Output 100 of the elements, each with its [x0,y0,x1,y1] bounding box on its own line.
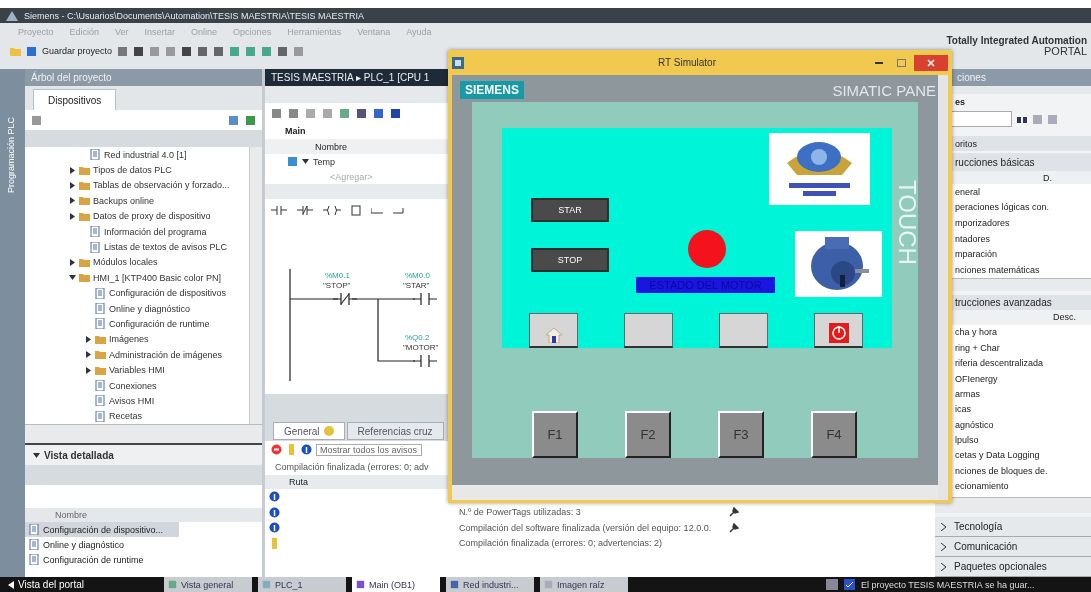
tree-item[interactable]: Recetas [109,411,143,422]
section-header[interactable]: Paquetes opcionales [935,557,1091,577]
tree-item[interactable]: Tipos de datos PLC [93,165,172,176]
instruction-folder[interactable]: riferia descentralizada [955,358,1044,369]
tag-address: %Q0.2 [405,333,430,342]
editor-tab[interactable]: Imagen raíz [540,577,628,592]
instruction-folder[interactable]: ntadores [955,233,991,244]
section-label: Paquetes opcionales [954,561,1047,572]
tree-item[interactable]: Conexiones [109,380,157,391]
close-button[interactable] [914,54,948,71]
function-key[interactable]: F3 [718,411,764,458]
collapsed-arrow-icon[interactable] [69,197,76,205]
instruction-folder[interactable]: nciones matemáticas [955,264,1040,275]
editor-tab[interactable]: PLC_1 [258,577,346,592]
home-button[interactable] [529,313,578,348]
inspector-tab[interactable]: Referencias cruz [346,422,444,440]
devices-tab[interactable]: Dispositivos [33,89,117,110]
tool-icon [197,45,209,57]
function-key[interactable]: F2 [625,411,671,458]
instruction-folder[interactable]: mparación [955,249,998,260]
power-button[interactable] [814,313,863,348]
folder-icon [79,179,90,191]
detail-view-header[interactable]: Vista detallada [25,443,262,465]
search-field[interactable] [950,111,1012,127]
tree-item[interactable]: Online y diagnóstico [109,303,191,314]
message-text: N.º de PowerTags utilizadas: 3 [459,507,581,518]
instruction-folder[interactable]: cha y hora [955,327,998,338]
instruction-folder[interactable]: mporizadores [955,218,1010,228]
screen-button[interactable] [719,313,768,348]
tree-item[interactable]: Administración de imágenes [109,349,223,360]
collapsed-arrow-icon[interactable] [85,335,92,343]
warning-icon [269,537,280,549]
inspector-tab[interactable]: General [273,422,345,440]
collapsed-arrow-icon[interactable] [69,181,76,189]
detail-item[interactable]: Configuración de runtime [25,552,179,567]
instruction-folder[interactable]: cetas y Data Logging [955,450,1040,461]
tree-item[interactable]: Avisos HMI [109,395,155,406]
instruction-folder[interactable]: agnóstico [955,419,994,430]
document-icon [29,539,40,550]
collapsed-arrow-icon[interactable] [69,258,76,266]
expanded-arrow-icon[interactable] [33,451,40,459]
panel-header: ciones [957,72,986,83]
tree-item[interactable]: Listas de textos de avisos PLC [104,242,228,253]
section-label: Comunicación [954,541,1018,552]
instruction-folder[interactable]: armas [955,388,980,399]
power-icon [828,323,849,343]
tree-item[interactable]: Red industrial 4.0 [1] [104,149,187,160]
editor-tab[interactable]: Vista general [164,577,252,592]
instruction-folder[interactable]: ring + Char [955,342,1000,353]
screen-button[interactable] [624,313,673,348]
search-options-icon[interactable] [1016,114,1028,124]
detail-item[interactable]: Configuración de dispositivo... [25,522,179,537]
collapsed-arrow-icon[interactable] [69,166,76,174]
function-key[interactable]: F4 [811,411,857,458]
tree-item[interactable]: Tablas de observación y forzado... [93,180,230,191]
instruction-folder[interactable]: ecionamiento [955,481,1009,492]
tool-icon [229,45,241,57]
favorites-header[interactable]: oritos [955,138,977,149]
error-icon[interactable] [271,444,282,455]
tree-item[interactable]: Información del programa [104,226,207,237]
tree-item[interactable]: Configuración de runtime [109,319,210,329]
collapsed-arrow-icon[interactable] [85,366,92,374]
contact-icon [297,205,313,215]
tab-icon [356,579,365,590]
interface-row[interactable]: Temp [313,156,335,167]
editor-tab[interactable]: Main (OB1) [352,577,440,592]
tool-icon [1047,113,1058,125]
tree-item[interactable]: Variables HMI [109,365,165,376]
tree-item[interactable]: HMI_1 [KTP400 Basic color PN] [93,272,222,283]
instruction-folder[interactable]: peraciones lógicas con. [955,202,1050,213]
instruction-folder[interactable]: lpulso [955,435,979,446]
instruction-folder[interactable]: icas [955,404,971,415]
hmi-button[interactable]: STOP [531,248,609,272]
indicator-lamp [688,230,726,268]
function-key[interactable]: F1 [532,411,578,458]
save-project-button[interactable]: Guardar proyecto [42,46,113,57]
instruction-folder[interactable]: OFIenergy [955,373,998,384]
hmi-button[interactable]: STAR [531,198,609,222]
tool-icon [293,45,305,57]
tree-item[interactable]: Módulos locales [93,257,158,268]
tree-item[interactable]: Imágenes [109,334,149,345]
section-header[interactable]: Tecnología [935,517,1091,537]
info-icon[interactable] [301,444,312,455]
editor-tab[interactable]: Red industri... [446,577,534,592]
tree-item[interactable]: Backups online [93,195,155,206]
expanded-arrow-icon[interactable] [69,274,76,282]
tool-icon [213,45,225,57]
detail-item-label: Configuración de runtime [43,554,144,565]
portal-view-button[interactable]: Vista del portal [0,579,138,590]
collapsed-arrow-icon[interactable] [69,212,76,220]
close-icon [927,58,935,67]
expanded-arrow-icon[interactable] [302,158,309,165]
tree-item[interactable]: Configuración de dispositivos [109,288,227,299]
detail-item[interactable]: Online y diagnóstico [25,537,179,552]
instruction-folder[interactable]: eneral [955,186,981,197]
section-header[interactable]: Comunicación [935,537,1091,557]
tree-item[interactable]: Datos de proxy de dispositivo [93,211,211,222]
collapsed-arrow-icon[interactable] [85,351,92,359]
instruction-folder[interactable]: nciones de bloques de. [955,465,1048,476]
filter-dropdown[interactable]: Mostrar todos los avisos [316,443,423,456]
